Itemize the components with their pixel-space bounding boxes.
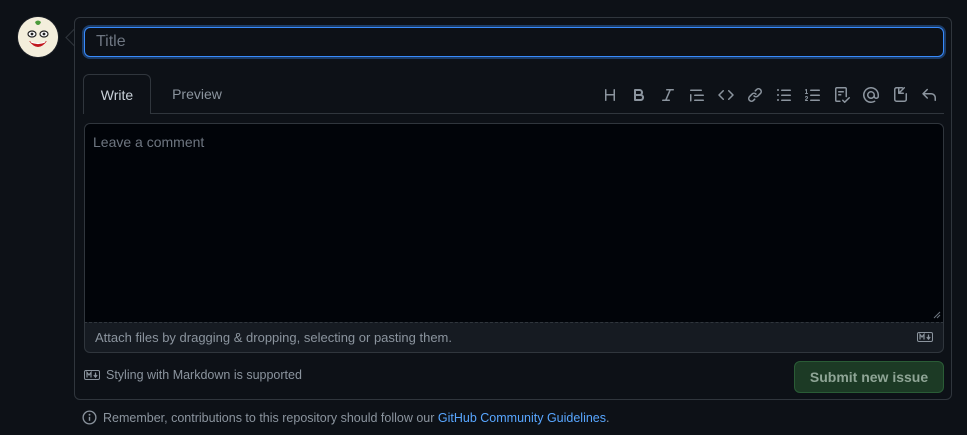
issue-form: Write Preview (74, 17, 952, 400)
link-button[interactable] (740, 84, 769, 106)
mention-button[interactable] (856, 84, 885, 106)
numbered-list-icon (804, 89, 820, 101)
italic-button[interactable] (653, 84, 682, 106)
contribution-note-suffix: . (606, 410, 610, 425)
cross-reference-icon (893, 87, 907, 102)
quote-button[interactable] (682, 84, 711, 106)
saved-replies-icon (921, 88, 936, 101)
task-list-button[interactable] (827, 84, 856, 106)
quote-icon (689, 89, 704, 102)
heading-button[interactable] (595, 84, 624, 106)
avatar[interactable] (18, 17, 58, 57)
bulleted-list-button[interactable] (769, 84, 798, 106)
markdown-icon (84, 370, 100, 380)
bold-button[interactable] (624, 84, 653, 106)
avatar-face-icon (18, 17, 58, 57)
new-issue-page: Write Preview (0, 0, 967, 435)
cross-reference-button[interactable] (885, 84, 914, 106)
tab-write[interactable]: Write (83, 74, 151, 114)
markdown-note-text[interactable]: Styling with Markdown is supported (106, 368, 302, 382)
markdown-toolbar (595, 84, 943, 106)
comment-textarea[interactable] (84, 123, 944, 323)
attach-files-text: Attach files by dragging & dropping, sel… (95, 330, 452, 345)
resize-grip-icon[interactable] (933, 311, 941, 319)
bulleted-list-icon (776, 89, 791, 101)
saved-replies-button[interactable] (914, 84, 943, 106)
tab-preview[interactable]: Preview (160, 74, 234, 114)
info-icon (82, 410, 97, 425)
submit-new-issue-button[interactable]: Submit new issue (794, 361, 944, 393)
contribution-note: Remember, contributions to this reposito… (82, 410, 610, 425)
code-icon (717, 89, 734, 101)
link-icon (747, 87, 762, 103)
task-list-icon (834, 87, 850, 103)
bold-icon (633, 89, 644, 101)
title-input[interactable] (84, 27, 944, 57)
file-attachment-bar[interactable]: Attach files by dragging & dropping, sel… (84, 322, 944, 353)
contribution-note-text: Remember, contributions to this reposito… (103, 410, 438, 425)
numbered-list-button[interactable] (798, 84, 827, 106)
italic-icon (661, 89, 674, 101)
mention-icon (862, 87, 879, 103)
markdown-support-note: Styling with Markdown is supported (84, 368, 302, 382)
tabs-divider (84, 113, 944, 114)
markdown-icon (917, 332, 933, 342)
heading-icon (604, 89, 615, 101)
code-button[interactable] (711, 84, 740, 106)
community-guidelines-link[interactable]: GitHub Community Guidelines (438, 411, 606, 425)
